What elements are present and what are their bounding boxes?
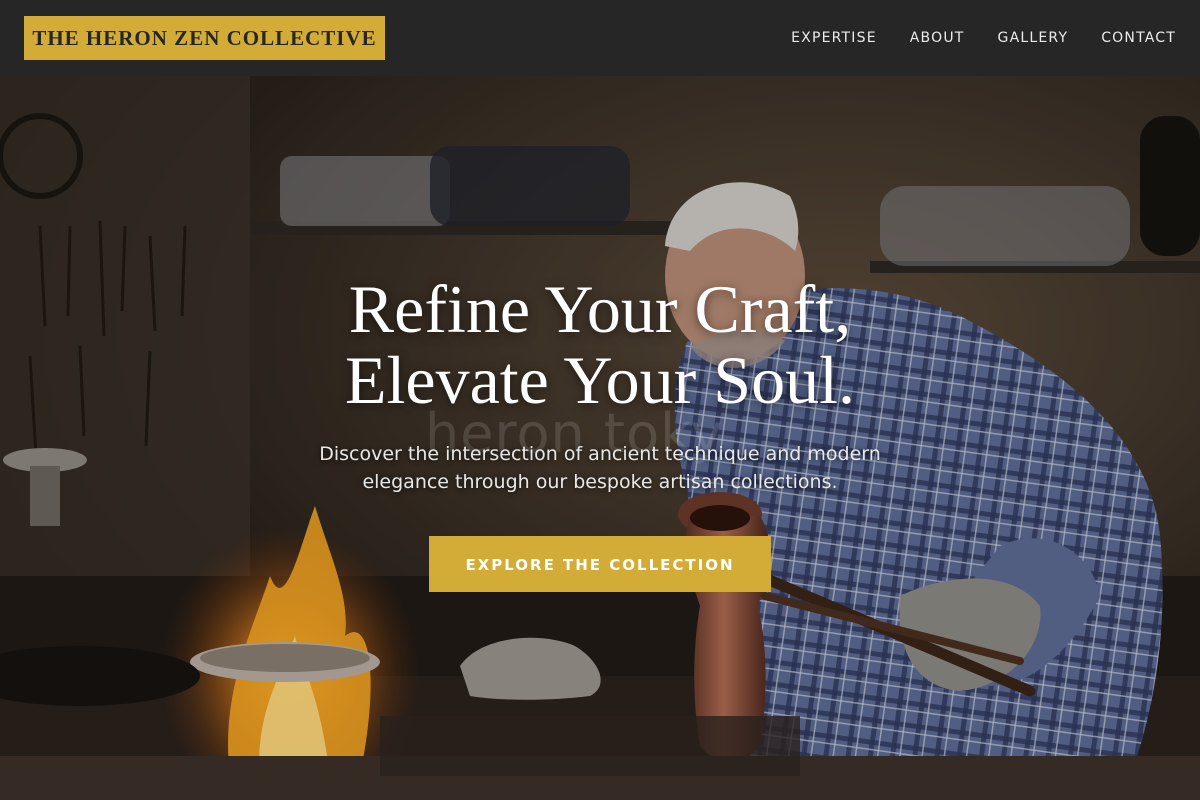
nav-item-gallery[interactable]: GALLERY	[998, 30, 1069, 46]
hero-subtitle-line-1: Discover the intersection of ancient tec…	[319, 443, 881, 465]
nav-item-about[interactable]: ABOUT	[910, 30, 965, 46]
site-header: THE HERON ZEN COLLECTIVE EXPERTISE ABOUT…	[0, 0, 1200, 76]
hero-title: Refine Your Craft, Elevate Your Soul.	[0, 274, 1200, 416]
main-nav: EXPERTISE ABOUT GALLERY CONTACT	[758, 0, 1176, 76]
hero-title-line-2: Elevate Your Soul.	[345, 342, 855, 418]
nav-item-expertise[interactable]: EXPERTISE	[791, 30, 877, 46]
hero-content: Refine Your Craft, Elevate Your Soul. Di…	[0, 274, 1200, 592]
hero-subtitle: Discover the intersection of ancient tec…	[280, 440, 920, 496]
hero-title-line-1: Refine Your Craft,	[348, 271, 852, 347]
nav-item-contact[interactable]: CONTACT	[1101, 30, 1176, 46]
explore-collection-button[interactable]: EXPLORE THE COLLECTION	[429, 536, 771, 592]
hero-subtitle-line-2: elegance through our bespoke artisan col…	[362, 471, 838, 493]
hero-section: heron toky Refine Your Craft, Elevate Yo…	[0, 76, 1200, 800]
brand-logo[interactable]: THE HERON ZEN COLLECTIVE	[24, 16, 385, 60]
